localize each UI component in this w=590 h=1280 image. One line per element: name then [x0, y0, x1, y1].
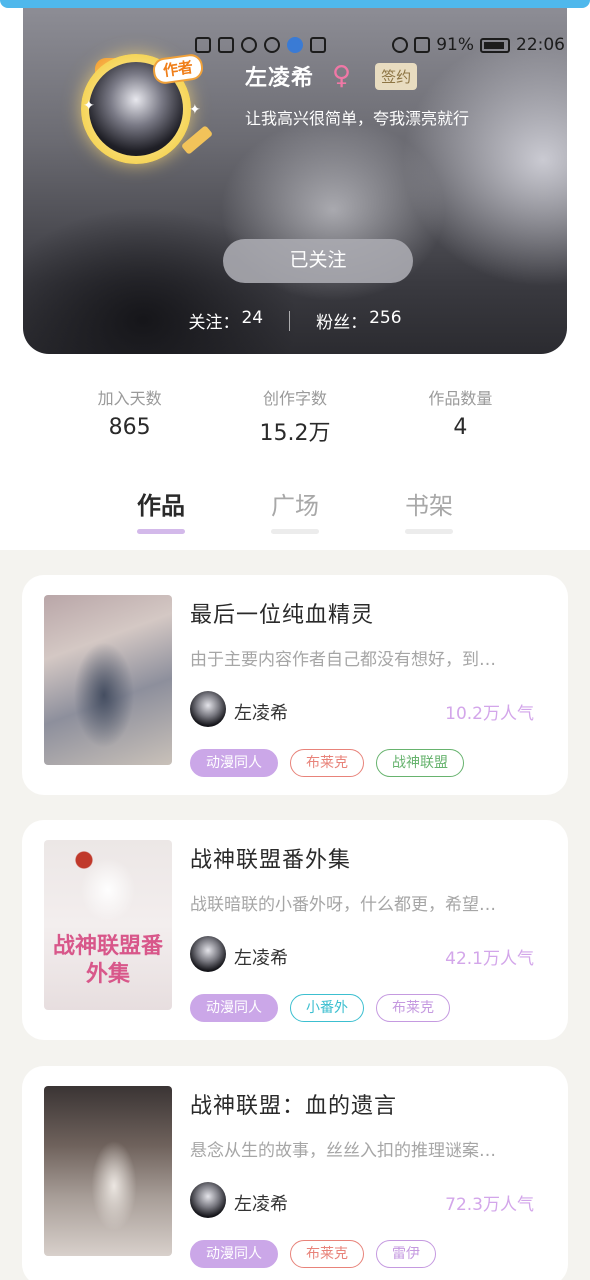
book-description: 悬念从生的故事，丝丝入扣的推理谜案… — [190, 1141, 496, 1161]
tag[interactable]: 小番外 — [290, 994, 364, 1022]
book-popularity: 72.3万人气 — [445, 1195, 534, 1215]
stat-label: 作品数量 — [428, 389, 493, 408]
book-title: 战神联盟番外集 — [190, 848, 352, 873]
status-bar: 91% 22:06 — [195, 33, 565, 57]
stats-divider — [289, 310, 291, 331]
stat-label: 加入天数 — [97, 389, 162, 408]
tab-bookshelf[interactable]: 书架 — [389, 486, 469, 534]
female-gender-icon: ♀ — [332, 61, 352, 91]
author-avatar — [190, 936, 226, 972]
tab-indicator — [271, 529, 319, 534]
location-icon — [264, 37, 280, 53]
tag[interactable]: 雷伊 — [376, 1240, 436, 1268]
tag[interactable]: 战神联盟 — [376, 749, 464, 777]
battery-percent: 91% — [436, 35, 474, 55]
fans-stat[interactable]: 粉丝： 256 — [316, 308, 401, 333]
tag[interactable]: 布莱克 — [290, 1240, 364, 1268]
signed-badge: 签约 — [375, 62, 418, 90]
stat-join-days: 加入天数 865 — [47, 354, 212, 466]
book-title: 最后一位纯血精灵 — [190, 603, 375, 628]
clock: 22:06 — [516, 35, 565, 55]
follow-button[interactable]: 已关注 — [223, 239, 413, 283]
fans-label: 粉丝： — [316, 313, 368, 333]
stat-label: 创作字数 — [262, 389, 327, 408]
book-author: 左凌希 — [234, 1194, 288, 1215]
nfc-icon — [195, 37, 211, 53]
tag[interactable]: 布莱克 — [376, 994, 450, 1022]
book-card[interactable]: 战神联盟：血的遗言 悬念从生的故事，丝丝入扣的推理谜案… 左凌希 72.3万人气… — [22, 1066, 568, 1280]
author-avatar — [190, 691, 226, 727]
notification-icon — [310, 37, 326, 53]
eye-icon — [392, 37, 409, 53]
author-tag-badge: 作者 — [151, 52, 205, 86]
tag[interactable]: 动漫同人 — [190, 994, 278, 1022]
book-popularity: 10.2万人气 — [445, 704, 534, 724]
book-popularity: 42.1万人气 — [445, 949, 534, 969]
stat-value: 15.2万 — [259, 421, 331, 446]
book-card[interactable]: 最后一位纯血精灵 由于主要内容作者自己都没有想好，到… 左凌希 10.2万人气 … — [22, 575, 568, 795]
book-card[interactable]: 战神联盟番外集 战神联盟番外集 战联暗联的小番外呀，什么都更，希望… 左凌希 4… — [22, 820, 568, 1040]
top-accent-strip — [0, 0, 590, 8]
profile-tabs: 作品 广场 书架 — [0, 486, 590, 536]
tag[interactable]: 布莱克 — [290, 749, 364, 777]
tag[interactable]: 动漫同人 — [190, 749, 278, 777]
stat-value: 865 — [108, 415, 151, 440]
sparkle-icon: ✦ — [189, 102, 201, 118]
author-name: 左凌希 — [245, 66, 315, 91]
book-tags: 动漫同人 布莱克 战神联盟 — [190, 749, 464, 777]
book-description: 战联暗联的小番外呀，什么都更，希望… — [190, 895, 496, 915]
tab-label: 书架 — [405, 492, 453, 520]
mute-bell-icon — [414, 37, 431, 53]
tab-label: 作品 — [137, 492, 185, 520]
stat-word-count: 创作字数 15.2万 — [212, 354, 377, 466]
tag[interactable]: 动漫同人 — [190, 1240, 278, 1268]
book-author: 左凌希 — [234, 703, 288, 724]
book-description: 由于主要内容作者自己都没有想好，到… — [190, 650, 496, 670]
book-cover: 战神联盟番外集 — [44, 840, 172, 1010]
following-count: 24 — [241, 308, 264, 328]
signal-icon — [218, 37, 234, 53]
book-cover — [44, 1086, 172, 1256]
book-tags: 动漫同人 布莱克 雷伊 — [190, 1240, 436, 1268]
tab-indicator — [137, 529, 185, 534]
fans-count: 256 — [369, 308, 402, 328]
app-notification-icon — [287, 37, 303, 53]
book-tags: 动漫同人 小番外 布莱克 — [190, 994, 450, 1022]
following-stat[interactable]: 关注： 24 — [188, 308, 263, 333]
author-name-row: 左凌希 ♀ 签约 — [245, 60, 418, 92]
wifi-icon — [241, 37, 257, 53]
following-label: 关注： — [188, 313, 240, 333]
creator-stats-card: 加入天数 865 创作字数 15.2万 作品数量 4 — [47, 354, 543, 466]
book-cover — [44, 595, 172, 765]
tab-square[interactable]: 广场 — [255, 486, 335, 534]
author-avatar — [190, 1182, 226, 1218]
tab-works[interactable]: 作品 — [121, 486, 201, 534]
author-bio: 让我高兴很简单，夸我漂亮就行 — [245, 109, 470, 128]
follow-stats: 关注： 24 粉丝： 256 — [23, 308, 567, 333]
tab-label: 广场 — [271, 492, 319, 520]
book-title: 战神联盟：血的遗言 — [190, 1094, 398, 1119]
stat-value: 4 — [453, 415, 468, 440]
author-avatar-frame[interactable]: 作者 ✦ ✦ — [65, 38, 214, 180]
status-icons — [195, 37, 326, 53]
cover-title-art: 战神联盟番外集 — [52, 933, 163, 987]
stat-works-count: 作品数量 4 — [378, 354, 543, 466]
battery-icon — [480, 37, 510, 53]
tab-indicator — [405, 529, 453, 534]
book-author: 左凌希 — [234, 948, 288, 969]
sparkle-icon: ✦ — [83, 98, 95, 114]
